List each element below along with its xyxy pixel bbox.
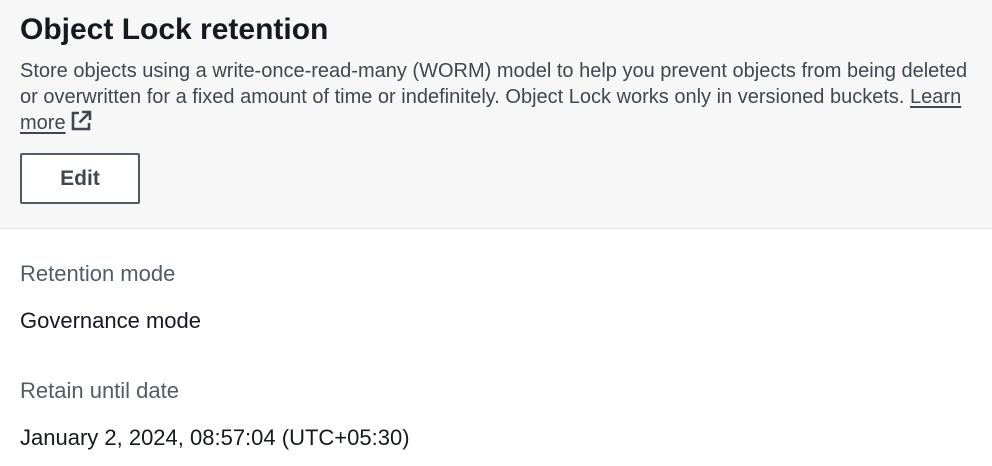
object-lock-header: Object Lock retention Store objects usin…: [0, 0, 992, 229]
retention-mode-label: Retention mode: [20, 261, 176, 286]
section-title: Object Lock retention: [20, 13, 329, 46]
retain-until-value: January 2, 2024, 08:57:04 (UTC+05:30): [20, 425, 410, 450]
edit-button[interactable]: Edit: [20, 153, 140, 204]
retain-until-label: Retain until date: [20, 378, 179, 403]
section-description: Store objects using a write-once-read-ma…: [20, 59, 985, 137]
external-link-icon[interactable]: [70, 110, 92, 132]
description-text: Store objects using a write-once-read-ma…: [20, 60, 968, 108]
retention-mode-value: Governance mode: [20, 308, 201, 333]
